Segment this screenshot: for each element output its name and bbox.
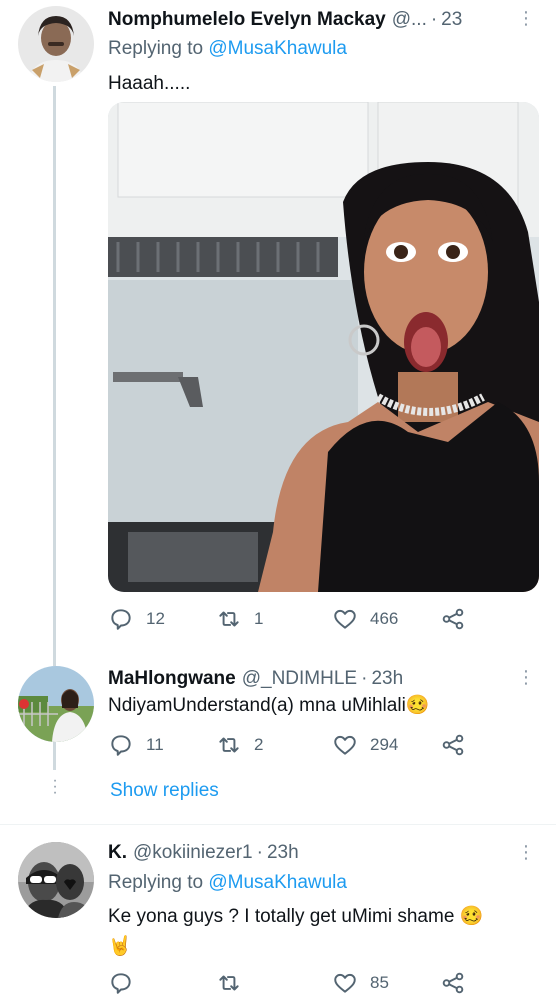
tweet-media[interactable] — [108, 102, 539, 592]
reply-action[interactable]: 11 — [108, 732, 164, 758]
tweet-text: NdiyamUnderstand(a) mna uMihlali🥴 — [108, 692, 536, 720]
tweet-text: Haaah..... — [108, 73, 191, 94]
like-action[interactable]: 85 — [332, 970, 389, 996]
share-icon — [442, 608, 464, 630]
retweet-count: 1 — [254, 609, 264, 628]
retweet-count: 2 — [254, 735, 264, 754]
like-action[interactable]: 466 — [332, 606, 398, 632]
share-action[interactable] — [440, 970, 478, 996]
display-name[interactable]: MaHlongwane — [108, 668, 236, 690]
timestamp[interactable]: 23h — [267, 842, 299, 864]
share-icon — [442, 972, 464, 994]
user-handle[interactable]: @kokiiniezer1 — [133, 842, 253, 864]
like-count: 85 — [370, 973, 389, 992]
tweet-2[interactable]: MaHlongwane @_NDIMHLE · 23h ⋮ NdiyamUnde… — [0, 660, 556, 810]
tweet-text: Ke yona guys ? I totally get uMimi shame… — [108, 902, 536, 962]
tweet-actions: 11 2 294 — [108, 732, 478, 762]
thread-dots: · · · — [52, 772, 58, 801]
retweet-action[interactable] — [216, 970, 254, 996]
avatar[interactable] — [18, 842, 94, 918]
media-image — [108, 102, 539, 592]
retweet-action[interactable]: 2 — [216, 732, 263, 758]
replying-label: Replying to — [108, 38, 204, 59]
heart-icon — [334, 973, 356, 993]
avatar[interactable] — [18, 6, 94, 82]
more-options-icon[interactable]: ⋮ — [517, 667, 535, 688]
replying-label: Replying to — [108, 872, 204, 893]
more-options-icon[interactable]: ⋮ — [517, 8, 535, 29]
timestamp[interactable]: 23h — [371, 668, 403, 690]
rock-on-emoji: 🤘 — [108, 936, 132, 957]
retweet-icon — [219, 737, 239, 753]
separator-dot: · — [256, 842, 263, 863]
retweet-icon — [219, 611, 239, 627]
tweet-actions: 85 — [108, 970, 478, 1000]
divider — [0, 824, 556, 825]
timestamp[interactable]: 23h — [441, 9, 463, 31]
like-count: 294 — [370, 735, 399, 754]
reply-action[interactable] — [108, 970, 146, 996]
tweet-text-body: Ke yona guys ? I totally get uMimi shame — [108, 906, 455, 927]
woozy-face-emoji: 🥴 — [459, 906, 484, 927]
heart-icon — [334, 735, 356, 755]
like-action[interactable]: 294 — [332, 732, 398, 758]
tweet-text-body: NdiyamUnderstand(a) mna uMihlali — [108, 695, 406, 716]
reply-count: 11 — [146, 735, 164, 754]
mention-link[interactable]: @MusaKhawula — [208, 38, 347, 59]
user-handle[interactable]: @_NDIMHLE — [242, 668, 357, 690]
tweet-1[interactable]: Nomphumelelo Evelyn Mackay @... · 23h ⋮ … — [0, 0, 556, 660]
tweet-header: Nomphumelelo Evelyn Mackay @... · 23h — [108, 9, 536, 31]
reply-icon — [111, 973, 131, 994]
separator-dot: · — [361, 668, 368, 689]
display-name[interactable]: K. — [108, 842, 127, 864]
share-action[interactable] — [440, 732, 478, 758]
more-options-icon[interactable]: ⋮ — [517, 842, 535, 863]
tweet-3[interactable]: K. @kokiiniezer1 · 23h ⋮ Replying to @Mu… — [0, 838, 556, 1000]
reply-icon — [111, 735, 131, 756]
woozy-face-emoji: 🥴 — [405, 695, 430, 716]
heart-icon — [334, 609, 356, 629]
share-icon — [442, 734, 464, 756]
like-count: 466 — [370, 609, 399, 628]
retweet-action[interactable]: 1 — [216, 606, 263, 632]
replying-to: Replying to @MusaKhawula — [108, 872, 347, 894]
separator-dot: · — [430, 9, 438, 30]
retweet-icon — [219, 975, 239, 991]
tweet-header: K. @kokiiniezer1 · 23h — [108, 842, 536, 864]
reply-count: 12 — [146, 609, 165, 628]
avatar[interactable] — [18, 666, 94, 742]
reply-action[interactable]: 12 — [108, 606, 165, 632]
reply-icon — [111, 609, 131, 630]
show-replies-link[interactable]: Show replies — [110, 780, 219, 802]
user-handle[interactable]: @... — [392, 9, 427, 31]
share-action[interactable] — [440, 606, 478, 632]
display-name[interactable]: Nomphumelelo Evelyn Mackay — [108, 9, 386, 31]
tweet-header: MaHlongwane @_NDIMHLE · 23h — [108, 668, 536, 690]
mention-link[interactable]: @MusaKhawula — [208, 872, 347, 893]
tweet-actions: 12 1 466 — [108, 606, 478, 636]
replying-to: Replying to @MusaKhawula — [108, 38, 347, 60]
